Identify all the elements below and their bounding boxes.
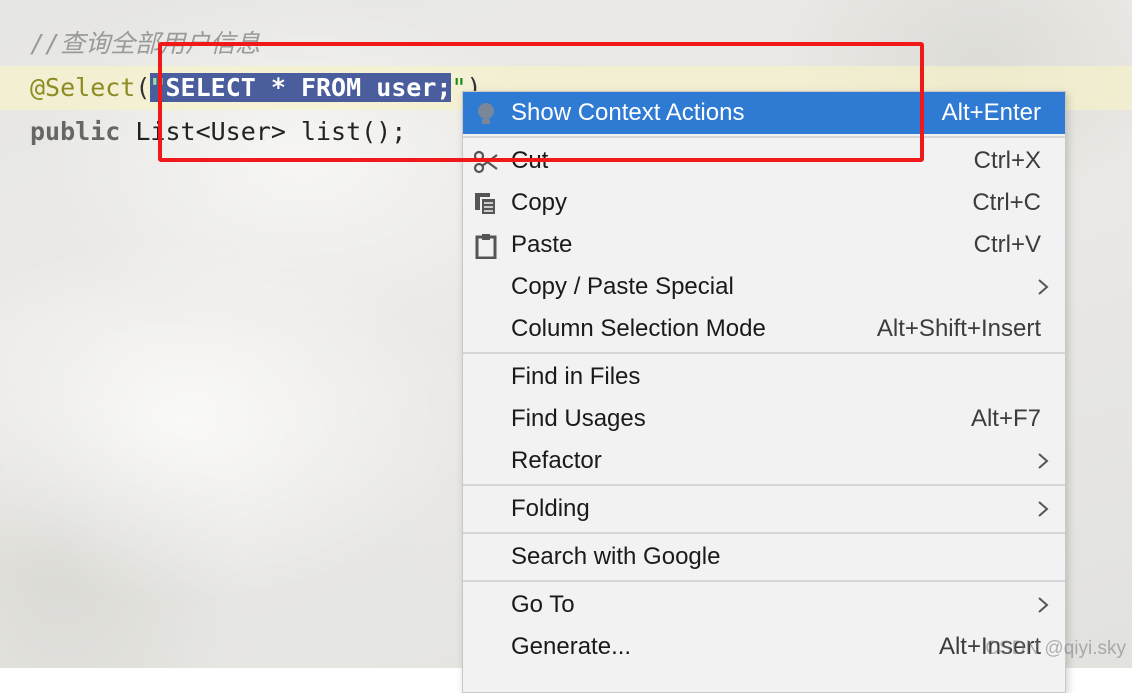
- menu-item-label: Column Selection Mode: [511, 315, 766, 342]
- watermark: CSDN @qiyi.sky: [985, 638, 1126, 659]
- menu-separator: [463, 352, 1065, 354]
- menu-item-find-in-files[interactable]: Find in Files: [463, 356, 1065, 398]
- menu-item-find-usages[interactable]: Find Usages Alt+F7: [463, 398, 1065, 440]
- menu-item-shortcut: Alt+Enter: [941, 99, 1041, 126]
- menu-item-label: Folding: [511, 495, 590, 522]
- menu-item-copy-paste-special[interactable]: Copy / Paste Special: [463, 266, 1065, 308]
- menu-item-column-selection-mode[interactable]: Column Selection Mode Alt+Shift+Insert: [463, 308, 1065, 350]
- menu-item-label: Find in Files: [511, 363, 641, 390]
- menu-item-label: Find Usages: [511, 405, 646, 432]
- chevron-right-icon: [1038, 279, 1049, 295]
- menu-separator: [463, 532, 1065, 534]
- clipboard-icon: [475, 234, 497, 259]
- open-paren-token: (: [135, 73, 151, 102]
- context-menu: Show Context Actions Alt+Enter Cut Ctrl+…: [462, 91, 1066, 693]
- annotation-token: @Select: [30, 73, 136, 102]
- menu-item-copy[interactable]: Copy Ctrl+C: [463, 182, 1065, 224]
- menu-item-label: Copy / Paste Special: [511, 273, 734, 300]
- menu-item-shortcut: Alt+Shift+Insert: [876, 315, 1041, 342]
- menu-item-label: Copy: [511, 189, 568, 216]
- menu-item-refactor[interactable]: Refactor: [463, 440, 1065, 482]
- menu-item-folding[interactable]: Folding: [463, 488, 1065, 530]
- menu-item-label: Search with Google: [511, 543, 721, 570]
- chevron-right-icon: [1038, 597, 1049, 613]
- menu-item-generate[interactable]: Generate... Alt+Insert: [463, 626, 1065, 668]
- menu-item-label: Refactor: [511, 447, 602, 474]
- menu-separator: [463, 484, 1065, 486]
- menu-item-paste[interactable]: Paste Ctrl+V: [463, 224, 1065, 266]
- menu-item-label: Go To: [511, 591, 575, 618]
- menu-separator: [463, 580, 1065, 582]
- menu-item-search-with-google[interactable]: Search with Google: [463, 536, 1065, 578]
- public-keyword: public: [30, 117, 121, 146]
- copy-icon: [475, 193, 497, 216]
- menu-item-label: Paste: [511, 231, 573, 258]
- chevron-right-icon: [1038, 501, 1049, 517]
- menu-item-go-to[interactable]: Go To: [463, 584, 1065, 626]
- menu-item-label: Generate...: [511, 633, 632, 660]
- annotation-highlight-box: [158, 42, 924, 162]
- menu-item-shortcut: Ctrl+V: [973, 231, 1041, 258]
- chevron-right-icon: [1038, 453, 1049, 469]
- menu-item-shortcut: Ctrl+C: [972, 189, 1041, 216]
- menu-item-shortcut: Ctrl+X: [973, 147, 1041, 174]
- menu-item-shortcut: Alt+F7: [970, 405, 1041, 432]
